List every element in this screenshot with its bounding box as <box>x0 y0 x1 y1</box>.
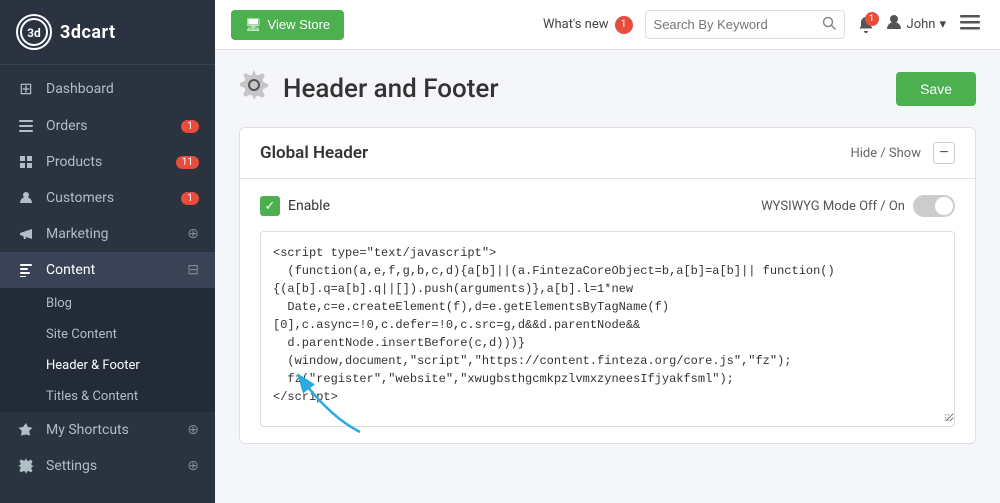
marketing-expand-icon: ⊕ <box>187 226 199 242</box>
sidebar-item-label: Products <box>46 154 176 170</box>
sidebar-item-label: Orders <box>46 118 181 134</box>
products-icon <box>16 154 36 170</box>
user-avatar-icon <box>885 13 903 36</box>
whats-new-label: What's new <box>543 17 609 32</box>
collapse-button[interactable]: − <box>933 142 955 164</box>
search-box <box>645 10 845 39</box>
resize-handle[interactable]: ⠿ <box>940 412 954 426</box>
search-input[interactable] <box>654 17 816 32</box>
user-menu[interactable]: John ▾ <box>885 13 946 36</box>
view-store-button[interactable]: 🖥 View Store <box>231 10 344 40</box>
check-icon: ✓ <box>260 196 280 216</box>
sidebar-item-shortcuts[interactable]: My Shortcuts ⊕ <box>0 412 215 448</box>
save-button[interactable]: Save <box>896 72 976 106</box>
marketing-icon <box>16 226 36 242</box>
enable-row: ✓ Enable WYSIWYG Mode Off / On <box>260 195 955 217</box>
sidebar-navigation: ⊞ Dashboard Orders 1 Products 11 Custome… <box>0 65 215 503</box>
sub-nav-titles-content-label: Titles & Content <box>46 389 138 404</box>
card-header: Global Header Hide / Show − <box>240 128 975 179</box>
sub-nav-titles-content[interactable]: Titles & Content <box>0 381 215 412</box>
settings-expand-icon: ⊕ <box>187 458 199 474</box>
user-name: John <box>907 17 936 32</box>
shortcuts-expand-icon: ⊕ <box>187 422 199 438</box>
whats-new-badge: 1 <box>615 16 633 34</box>
sidebar-item-label: Content <box>46 262 187 278</box>
topbar: 🖥 View Store What's new 1 1 John <box>215 0 1000 50</box>
sidebar-item-dashboard[interactable]: ⊞ Dashboard <box>0 69 215 108</box>
wysiwyg-label: WYSIWYG Mode Off / On <box>761 199 905 214</box>
sidebar-item-marketing[interactable]: Marketing ⊕ <box>0 216 215 252</box>
sidebar-item-products[interactable]: Products 11 <box>0 144 215 180</box>
topbar-icons: 1 John ▾ <box>857 8 984 41</box>
global-header-card: Global Header Hide / Show − ✓ Enable WYS… <box>239 127 976 444</box>
sidebar-item-label: Settings <box>46 458 187 474</box>
sub-nav-header-footer[interactable]: Header & Footer <box>0 350 215 381</box>
view-store-icon: 🖥 <box>245 17 262 33</box>
main-content: 🖥 View Store What's new 1 1 John <box>215 0 1000 503</box>
page-header: Header and Footer Save <box>239 70 976 107</box>
toggle-knob <box>935 197 953 215</box>
customers-icon <box>16 190 36 206</box>
sub-nav-site-content-label: Site Content <box>46 327 117 342</box>
sidebar-item-content[interactable]: Content ⊟ <box>0 252 215 288</box>
hide-show-link[interactable]: Hide / Show <box>850 146 921 161</box>
content-icon <box>16 262 36 278</box>
customers-badge: 1 <box>181 192 199 205</box>
whats-new-area[interactable]: What's new 1 <box>543 16 633 34</box>
card-body: ✓ Enable WYSIWYG Mode Off / On <script t… <box>240 179 975 443</box>
code-wrapper: <script type="text/javascript"> (functio… <box>260 231 955 427</box>
sub-nav-blog-label: Blog <box>46 296 72 311</box>
sidebar-item-label: Customers <box>46 190 181 206</box>
card-title: Global Header <box>260 143 368 163</box>
sub-nav-blog[interactable]: Blog <box>0 288 215 319</box>
card-header-right: Hide / Show − <box>850 142 955 164</box>
wysiwyg-toggle[interactable] <box>913 195 955 217</box>
page-title: Header and Footer <box>283 74 499 104</box>
sidebar-item-orders[interactable]: Orders 1 <box>0 108 215 144</box>
logo-text: 3dcart <box>60 22 116 43</box>
orders-icon <box>16 118 36 134</box>
user-caret-icon: ▾ <box>939 17 946 32</box>
page-gear-icon <box>239 70 269 107</box>
hamburger-menu-button[interactable] <box>956 8 984 41</box>
code-area-wrapper: <script type="text/javascript"> (functio… <box>260 231 955 427</box>
content-collapse-icon: ⊟ <box>187 262 199 278</box>
search-icon[interactable] <box>822 15 836 34</box>
view-store-label: View Store <box>268 17 331 32</box>
page-title-area: Header and Footer <box>239 70 499 107</box>
sidebar-item-settings[interactable]: Settings ⊕ <box>0 448 215 484</box>
page-body: Header and Footer Save Global Header Hid… <box>215 50 1000 503</box>
sub-nav-header-footer-label: Header & Footer <box>46 358 140 373</box>
logo-icon: 3d <box>16 14 52 50</box>
code-editor[interactable]: <script type="text/javascript"> (functio… <box>261 232 954 422</box>
sidebar-item-label: My Shortcuts <box>46 422 187 438</box>
products-badge: 11 <box>176 156 199 169</box>
sidebar-item-customers[interactable]: Customers 1 <box>0 180 215 216</box>
sidebar: 3d 3dcart ⊞ Dashboard Orders 1 Products … <box>0 0 215 503</box>
sidebar-item-label: Dashboard <box>46 81 199 97</box>
orders-badge: 1 <box>181 120 199 133</box>
content-sub-nav: Blog Site Content Header & Footer Titles… <box>0 288 215 412</box>
enable-checkbox-area[interactable]: ✓ Enable <box>260 196 330 216</box>
svg-text:3d: 3d <box>27 26 41 40</box>
dashboard-icon: ⊞ <box>16 79 36 98</box>
notification-badge: 1 <box>865 12 879 26</box>
sub-nav-site-content[interactable]: Site Content <box>0 319 215 350</box>
sidebar-logo[interactable]: 3d 3dcart <box>0 0 215 65</box>
settings-icon <box>16 458 36 474</box>
sidebar-item-label: Marketing <box>46 226 187 242</box>
shortcuts-icon <box>16 422 36 438</box>
wysiwyg-area: WYSIWYG Mode Off / On <box>761 195 955 217</box>
enable-label: Enable <box>288 198 330 214</box>
notification-bell-button[interactable]: 1 <box>857 16 875 34</box>
